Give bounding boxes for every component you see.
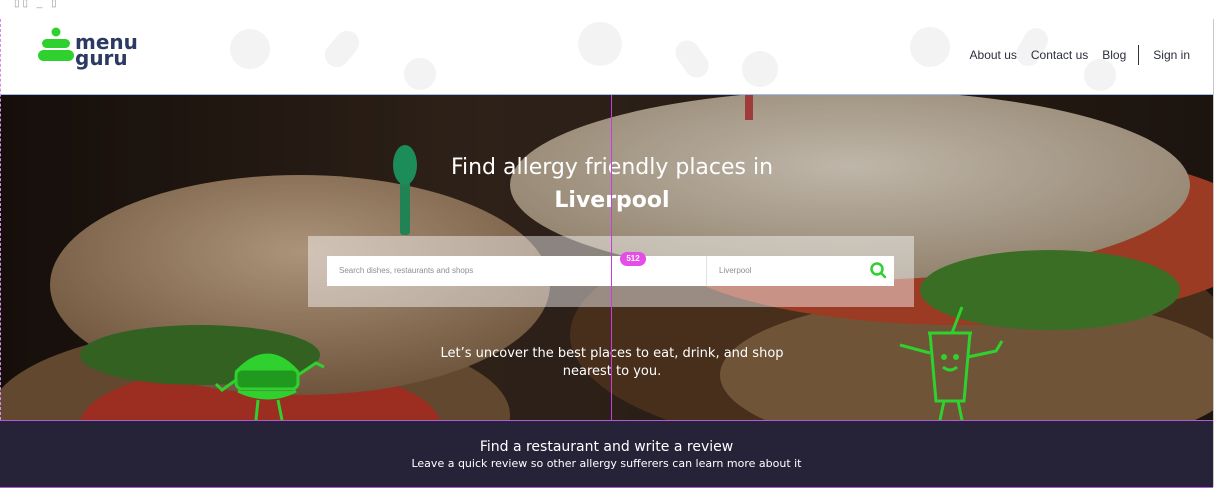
window-controls-icon: ▯▯ _ ▯ xyxy=(14,0,60,9)
location-input[interactable]: Liverpool xyxy=(706,256,894,286)
menuguru-logo[interactable]: menu guru xyxy=(38,26,148,68)
nav-signin[interactable]: Sign in xyxy=(1153,48,1190,62)
main-nav: About us Contact us Blog Sign in xyxy=(956,45,1190,65)
review-banner-subtext: Leave a quick review so other allergy su… xyxy=(411,457,802,470)
tagline-line-1: Let’s uncover the best places to eat, dr… xyxy=(440,346,784,361)
hero-title: Find allergy friendly places in Liverpoo… xyxy=(0,151,1213,217)
layout-guide-left xyxy=(0,19,2,420)
tagline-line-2: nearest to you. xyxy=(562,364,662,379)
review-banner[interactable]: Find a restaurant and write a review Lea… xyxy=(0,420,1213,488)
nav-contact[interactable]: Contact us xyxy=(1031,48,1088,62)
hero-section: Find allergy friendly places in Liverpoo… xyxy=(0,95,1213,420)
location-value: Liverpool xyxy=(719,266,752,275)
logo-wordmark: menu guru xyxy=(75,30,138,70)
review-banner-heading: Find a restaurant and write a review xyxy=(479,439,734,455)
logo-mark-icon xyxy=(38,27,74,61)
hero-title-line: Find allergy friendly places in xyxy=(450,155,774,180)
window-top-strip: ▯▯ _ ▯ xyxy=(0,0,1221,18)
search-button[interactable] xyxy=(862,256,894,286)
nav-divider xyxy=(1138,45,1140,65)
search-icon xyxy=(870,262,887,279)
nav-about[interactable]: About us xyxy=(970,48,1017,62)
window-scrollbar-edge xyxy=(1213,19,1214,487)
hero-tagline: Let’s uncover the best places to eat, dr… xyxy=(0,345,1213,381)
measure-badge: 512 xyxy=(620,252,646,266)
dishes-search-input[interactable]: Search dishes, restaurants and shops xyxy=(327,256,706,286)
site-header: menu guru About us Contact us Blog Sign … xyxy=(0,19,1213,95)
layout-guide-vertical xyxy=(611,95,612,420)
hero-city: Liverpool xyxy=(0,184,1213,217)
nav-blog[interactable]: Blog xyxy=(1102,48,1126,62)
